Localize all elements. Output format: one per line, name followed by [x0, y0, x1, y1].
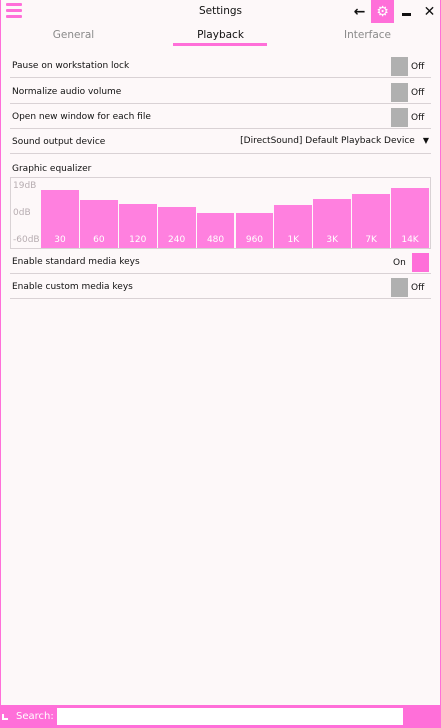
standard-media-keys-toggle[interactable]: On: [391, 253, 429, 272]
eq-band-240[interactable]: 240: [157, 207, 196, 248]
eq-band-label: 7K: [365, 235, 377, 245]
selected-device: [DirectSound] Default Playback Device: [240, 136, 415, 146]
output-device-select[interactable]: [DirectSound] Default Playback Device ▼: [240, 136, 429, 146]
eq-scale-bottom: -60dB: [13, 235, 40, 245]
active-tab-indicator: [173, 43, 267, 46]
toggle-knob: [391, 278, 408, 297]
setting-output-device: Sound output device [DirectSound] Defaul…: [10, 132, 431, 154]
toggle-state: Off: [411, 88, 425, 98]
setting-label: Normalize audio volume: [12, 87, 122, 97]
toggle-knob: [391, 108, 408, 127]
eq-band-label: 1K: [287, 235, 300, 245]
new-window-toggle[interactable]: Off: [391, 108, 429, 127]
toggle-state: Off: [411, 62, 425, 72]
setting-standard-media-keys: Enable standard media keys On: [10, 252, 431, 274]
eq-band-120[interactable]: 120: [118, 204, 157, 248]
toggle-state: Off: [411, 113, 425, 123]
eq-band-14k[interactable]: 14K: [391, 188, 429, 248]
eq-band-1k[interactable]: 1K: [274, 205, 313, 248]
eq-band-label: 14K: [401, 235, 419, 245]
pause-on-lock-toggle[interactable]: Off: [391, 57, 429, 76]
eq-band-label: 3K: [326, 235, 339, 245]
tab-general[interactable]: General: [0, 26, 147, 46]
toggle-knob: [391, 83, 408, 102]
tab-bar: General Playback Interface: [0, 26, 441, 46]
eq-band-60[interactable]: 60: [79, 200, 118, 248]
eq-band-3k[interactable]: 3K: [313, 199, 352, 248]
eq-band-label: 60: [93, 235, 105, 245]
chevron-down-icon: ▼: [422, 136, 429, 145]
back-arrow-icon[interactable]: ←: [348, 0, 371, 23]
title-bar: Settings ← ⚙ ✕: [0, 0, 441, 24]
eq-band-480[interactable]: 480: [196, 213, 235, 248]
eq-scale-top: 19dB: [13, 181, 37, 191]
eq-band-label: 30: [54, 235, 66, 245]
eq-band-30[interactable]: 30: [41, 190, 79, 248]
close-icon[interactable]: ✕: [418, 0, 441, 23]
setting-label: Sound output device: [12, 137, 106, 147]
equalizer-label: Graphic equalizer: [12, 164, 92, 174]
custom-media-keys-toggle[interactable]: Off: [391, 278, 429, 297]
eq-scale-mid: 0dB: [13, 208, 31, 218]
eq-band-7k[interactable]: 7K: [352, 194, 391, 248]
setting-label: Enable custom media keys: [12, 282, 133, 292]
eq-band-960[interactable]: 960: [235, 213, 274, 248]
eq-band-label: 480: [206, 235, 225, 245]
setting-pause-on-lock: Pause on workstation lock Off: [10, 56, 431, 78]
search-bar: Search:: [0, 705, 441, 728]
toggle-knob: [412, 253, 429, 272]
graphic-equalizer: 19dB 0dB -60dB 30 60 120 240 480 960 1K 3K 7K 14K: [10, 178, 431, 249]
search-label: Search:: [16, 711, 54, 722]
setting-label: Open new window for each file: [12, 112, 151, 122]
eq-band-label: 120: [129, 235, 147, 245]
gear-icon[interactable]: ⚙: [371, 0, 394, 23]
search-input[interactable]: [57, 708, 403, 725]
setting-new-window: Open new window for each file Off: [10, 107, 431, 129]
toggle-state: On: [393, 258, 406, 268]
minimize-icon[interactable]: [395, 0, 418, 23]
setting-normalize-volume: Normalize audio volume Off: [10, 82, 431, 104]
toggle-knob: [391, 57, 408, 76]
normalize-volume-toggle[interactable]: Off: [391, 83, 429, 102]
toggle-state: Off: [411, 283, 425, 293]
setting-label: Enable standard media keys: [12, 257, 140, 267]
eq-band-label: 960: [245, 235, 264, 245]
tab-interface[interactable]: Interface: [294, 26, 441, 46]
setting-label: Pause on workstation lock: [12, 61, 130, 71]
setting-custom-media-keys: Enable custom media keys Off: [10, 277, 431, 299]
resize-grip-left[interactable]: [2, 714, 8, 720]
eq-band-label: 240: [168, 235, 186, 245]
